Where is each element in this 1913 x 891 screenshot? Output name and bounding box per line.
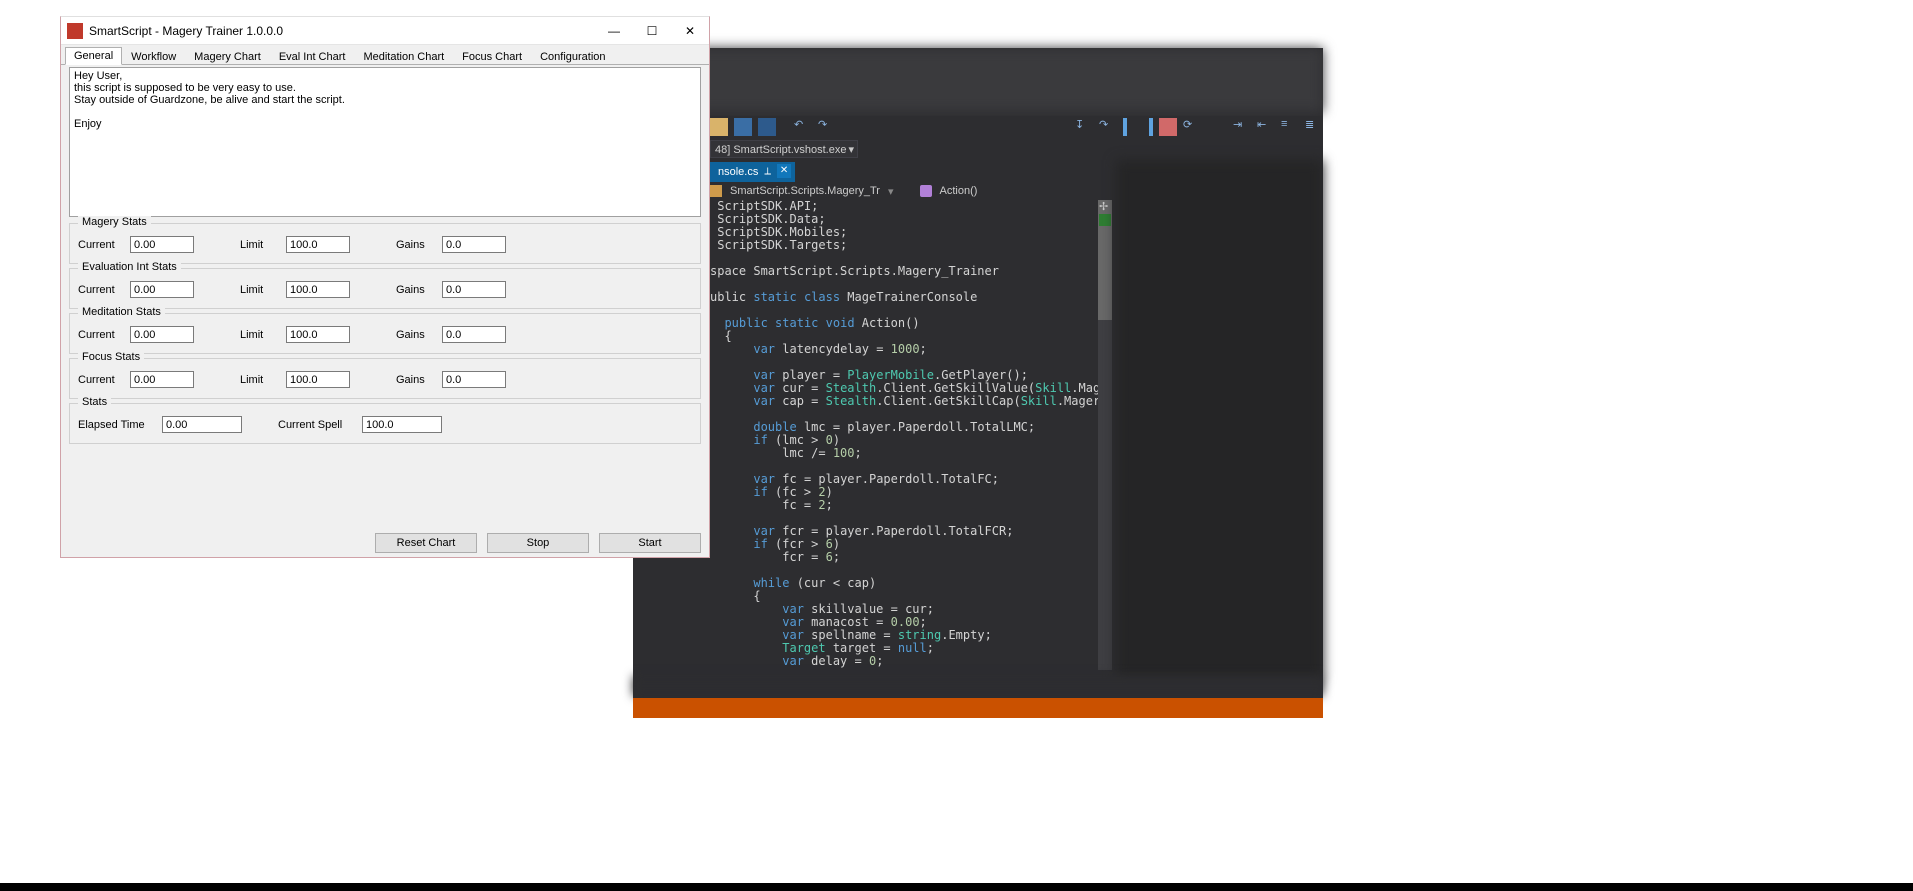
method-icon — [920, 185, 932, 197]
tab-meditation-chart[interactable]: Meditation Chart — [354, 48, 453, 65]
label-gains: Gains — [396, 284, 434, 296]
vs-toolbar: ↶ ↷ ↧ ↷ ⟳ ⇥ ⇤ ≡ ≣ — [710, 116, 1323, 138]
tab-configuration[interactable]: Configuration — [531, 48, 614, 65]
focus-gains-input[interactable] — [442, 371, 506, 388]
magery-limit-input[interactable] — [286, 236, 350, 253]
breadcrumb-method[interactable]: Action() — [940, 185, 978, 197]
class-icon — [710, 185, 722, 197]
evalint-current-input[interactable] — [130, 281, 194, 298]
meditation-gains-input[interactable] — [442, 326, 506, 343]
label-limit: Limit — [240, 374, 278, 386]
label-current: Current — [78, 329, 122, 341]
pin-tab-icon[interactable]: ⟂ — [764, 162, 771, 182]
elapsed-time-input[interactable] — [162, 416, 242, 433]
tab-magery-chart[interactable]: Magery Chart — [185, 48, 270, 65]
stop-button[interactable]: Stop — [487, 533, 589, 553]
minimize-button[interactable]: — — [595, 17, 633, 45]
focus-current-input[interactable] — [130, 371, 194, 388]
label-current: Current — [78, 239, 122, 251]
editor-tab-filename: nsole.cs — [718, 162, 758, 182]
label-gains: Gains — [396, 239, 434, 251]
tab-general[interactable]: General — [65, 47, 122, 65]
group-title: Stats — [78, 396, 111, 408]
vs-status-bar — [633, 698, 1323, 718]
tool-icon-2[interactable]: ⇤ — [1257, 118, 1275, 136]
tab-strip: General Workflow Magery Chart Eval Int C… — [61, 45, 709, 65]
evalint-limit-input[interactable] — [286, 281, 350, 298]
step-over-icon[interactable]: ↷ — [1099, 118, 1117, 136]
label-current: Current — [78, 284, 122, 296]
tab-workflow[interactable]: Workflow — [122, 48, 185, 65]
app-icon — [67, 23, 83, 39]
save-icon[interactable] — [734, 118, 752, 136]
editor-breadcrumb: SmartScript.Scripts.Magery_Tr ▾ Action() — [710, 182, 977, 200]
group-magery-stats: Magery Stats Current Limit Gains — [69, 223, 701, 264]
tab-focus-chart[interactable]: Focus Chart — [453, 48, 531, 65]
tab-eval-int-chart[interactable]: Eval Int Chart — [270, 48, 355, 65]
pause-icon[interactable] — [1123, 118, 1153, 136]
step-into-icon[interactable]: ↧ — [1075, 118, 1093, 136]
solution-explorer-blur — [1116, 160, 1323, 680]
group-evalint-stats: Evaluation Int Stats Current Limit Gains — [69, 268, 701, 309]
editor-scrollbar[interactable] — [1098, 200, 1112, 670]
close-button[interactable]: ✕ — [671, 17, 709, 45]
restart-icon[interactable]: ⟳ — [1183, 118, 1201, 136]
close-tab-icon[interactable]: ✕ — [777, 164, 791, 178]
status-ok-icon — [1099, 214, 1111, 226]
meditation-current-input[interactable] — [130, 326, 194, 343]
start-button[interactable]: Start — [599, 533, 701, 553]
stop-debug-icon[interactable] — [1159, 118, 1177, 136]
bottom-black-bar — [0, 883, 1913, 891]
debug-process-dropdown[interactable]: 48] SmartScript.vshost.exe — [710, 140, 858, 158]
undo-icon[interactable]: ↶ — [794, 118, 812, 136]
evalint-gains-input[interactable] — [442, 281, 506, 298]
breadcrumb-class[interactable]: SmartScript.Scripts.Magery_Tr — [730, 185, 880, 197]
open-folder-icon[interactable] — [710, 118, 728, 136]
save-all-icon[interactable] — [758, 118, 776, 136]
tool-icon-3[interactable]: ≡ — [1281, 118, 1299, 136]
redo-icon[interactable]: ↷ — [818, 118, 836, 136]
group-title: Focus Stats — [78, 351, 144, 363]
info-textbox[interactable]: Hey User, this script is supposed to be … — [69, 67, 701, 217]
label-gains: Gains — [396, 329, 434, 341]
window-title: SmartScript - Magery Trainer 1.0.0.0 — [89, 24, 283, 38]
label-current: Current — [78, 374, 122, 386]
label-limit: Limit — [240, 239, 278, 251]
group-stats: Stats Elapsed Time Current Spell — [69, 403, 701, 444]
maximize-button[interactable]: ☐ — [633, 17, 671, 45]
vs-bottom-panel-blur — [633, 676, 1323, 696]
group-meditation-stats: Meditation Stats Current Limit Gains — [69, 313, 701, 354]
vs-menubar-blur — [633, 48, 1323, 112]
label-limit: Limit — [240, 329, 278, 341]
magery-gains-input[interactable] — [442, 236, 506, 253]
label-gains: Gains — [396, 374, 434, 386]
magery-trainer-window: SmartScript - Magery Trainer 1.0.0.0 — ☐… — [60, 16, 710, 558]
label-limit: Limit — [240, 284, 278, 296]
tool-icon-4[interactable]: ≣ — [1305, 118, 1323, 136]
expand-all-icon[interactable]: ✢ — [1099, 200, 1111, 212]
editor-tab[interactable]: nsole.cs ⟂ ✕ — [710, 162, 795, 182]
focus-limit-input[interactable] — [286, 371, 350, 388]
titlebar[interactable]: SmartScript - Magery Trainer 1.0.0.0 — ☐… — [61, 17, 709, 45]
code-editor[interactable]: ScriptSDK.API; ScriptSDK.Data; ScriptSDK… — [710, 200, 1100, 670]
current-spell-input[interactable] — [362, 416, 442, 433]
group-title: Evaluation Int Stats — [78, 261, 181, 273]
group-title: Magery Stats — [78, 216, 151, 228]
label-current-spell: Current Spell — [278, 419, 352, 431]
tool-icon[interactable]: ⇥ — [1233, 118, 1251, 136]
group-focus-stats: Focus Stats Current Limit Gains — [69, 358, 701, 399]
button-bar: Reset Chart Stop Start — [69, 533, 701, 553]
meditation-limit-input[interactable] — [286, 326, 350, 343]
group-title: Meditation Stats — [78, 306, 165, 318]
reset-chart-button[interactable]: Reset Chart — [375, 533, 477, 553]
magery-current-input[interactable] — [130, 236, 194, 253]
label-elapsed-time: Elapsed Time — [78, 419, 152, 431]
